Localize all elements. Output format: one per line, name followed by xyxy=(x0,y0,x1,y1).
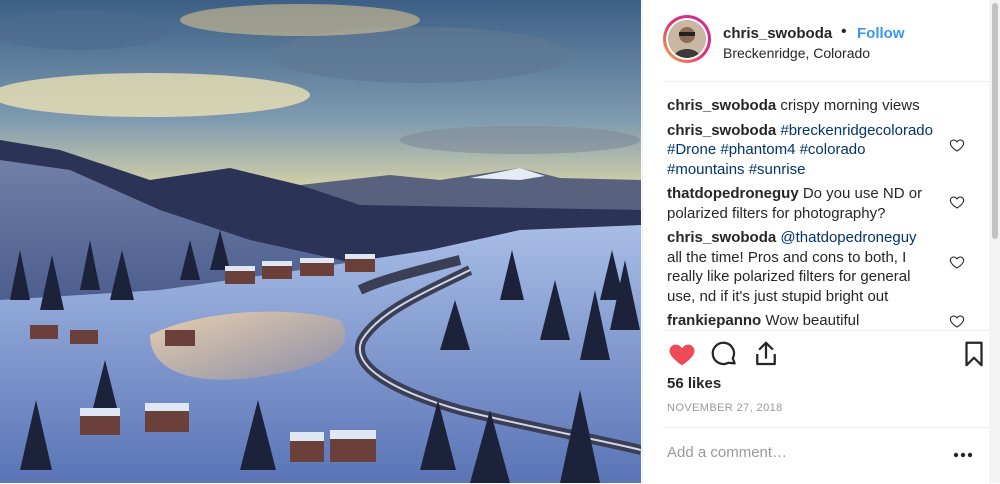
comment-username[interactable]: chris_swoboda xyxy=(667,229,776,246)
profile-picture xyxy=(668,20,706,58)
mention-link[interactable]: @thatdopedroneguy xyxy=(780,229,916,246)
scrollbar-thumb[interactable] xyxy=(992,3,998,239)
speech-bubble-icon[interactable] xyxy=(709,339,739,369)
comment-username[interactable]: thatdopedroneguy xyxy=(667,185,799,202)
comment-username[interactable]: chris_swoboda xyxy=(667,97,776,114)
list-item: frankiepanno Wow beautiful xyxy=(667,311,965,329)
follow-button[interactable]: Follow xyxy=(857,25,905,42)
list-item: chris_swoboda #breckenridgecolorado #Dro… xyxy=(667,121,965,180)
heart-outline-icon[interactable] xyxy=(949,137,965,153)
likes-count[interactable]: 56 likes xyxy=(667,375,721,392)
comments-list[interactable]: chris_swoboda crispy morning views chris… xyxy=(667,96,993,329)
scrollbar[interactable] xyxy=(989,0,1000,483)
caption: chris_swoboda crispy morning views xyxy=(667,96,935,116)
list-item: chris_swoboda @thatdopedroneguy all the … xyxy=(667,228,965,306)
post-author-username[interactable]: chris_swoboda xyxy=(723,25,832,42)
action-bar xyxy=(663,330,993,375)
avatar[interactable] xyxy=(663,15,711,63)
comment-text: crispy morning views xyxy=(780,97,920,114)
more-options-icon[interactable] xyxy=(953,452,973,458)
post-location[interactable]: Breckenridge, Colorado xyxy=(723,45,870,61)
post-photo[interactable] xyxy=(0,0,641,483)
comment-username[interactable]: frankiepanno xyxy=(667,312,761,329)
separator-dot: • xyxy=(841,23,847,40)
share-icon[interactable] xyxy=(751,339,781,369)
person-silhouette-icon xyxy=(668,20,706,58)
instagram-post: chris_swoboda • Follow Breckenridge, Col… xyxy=(0,0,1000,483)
comment-composer: Add a comment… xyxy=(663,427,993,484)
post-details-panel: chris_swoboda • Follow Breckenridge, Col… xyxy=(642,0,1000,483)
heart-outline-icon[interactable] xyxy=(949,313,965,329)
comment-text: all the time! Pros and cons to both, I r… xyxy=(667,248,911,305)
comment-text: Wow beautiful xyxy=(765,312,860,329)
post-date[interactable]: NOVEMBER 27, 2018 xyxy=(667,402,783,414)
comment-username[interactable]: chris_swoboda xyxy=(667,122,776,139)
heart-filled-icon[interactable] xyxy=(667,339,697,369)
winter-landscape-image xyxy=(0,0,641,483)
heart-outline-icon[interactable] xyxy=(949,194,965,210)
heart-outline-icon[interactable] xyxy=(949,254,965,270)
bookmark-icon[interactable] xyxy=(959,339,989,369)
comment-input[interactable]: Add a comment… xyxy=(667,444,787,461)
post-header: chris_swoboda • Follow Breckenridge, Col… xyxy=(663,0,993,82)
list-item: thatdopedroneguy Do you use ND or polari… xyxy=(667,184,965,223)
